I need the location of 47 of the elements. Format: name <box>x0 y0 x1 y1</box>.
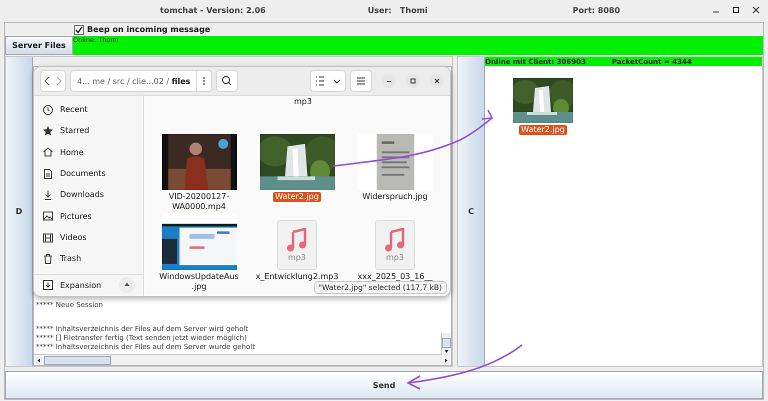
document-icon <box>42 168 54 180</box>
file-name: mp3 <box>294 97 312 106</box>
vertical-scrollbar[interactable] <box>441 333 451 355</box>
close-icon[interactable] <box>752 6 760 14</box>
audio-file-icon: mp3 <box>277 220 317 270</box>
download-icon <box>42 188 54 201</box>
file-name[interactable]: WindowsUpdateAus .jpg <box>157 272 241 292</box>
sidebar-item[interactable]: Starred <box>60 126 90 136</box>
beep-checkbox[interactable] <box>74 24 84 34</box>
user-label: User: Thomi <box>368 6 428 14</box>
close-icon[interactable] <box>430 74 444 88</box>
picture-icon <box>42 210 54 222</box>
scroll-down-arrow-icon[interactable] <box>442 348 451 355</box>
file-name[interactable]: VID-20200127- WA0000.mp4 <box>166 192 232 212</box>
sidebar-item[interactable]: Expansion <box>60 280 102 290</box>
file-name[interactable]: x_Entwicklung2.mp3 <box>254 272 340 282</box>
menu-icon[interactable] <box>350 70 372 92</box>
file-name[interactable]: xxx_2025_03_16__ <box>356 272 434 282</box>
sidebar-item[interactable]: Recent <box>60 105 88 114</box>
star-icon <box>42 124 54 137</box>
search-icon[interactable] <box>216 70 238 92</box>
side-tab[interactable]: C <box>458 57 485 366</box>
window-title: tomchat - Version: 2.06 <box>160 6 266 14</box>
film-icon <box>42 232 54 244</box>
sidebar-item[interactable]: Documents <box>60 169 106 178</box>
sidebar-item[interactable]: Pictures <box>60 212 92 221</box>
clock-icon <box>42 104 54 116</box>
send-button[interactable]: Send <box>5 371 763 399</box>
checkbox-label: Beep on incoming message <box>87 25 210 34</box>
port-label: Port: 8080 <box>572 6 620 14</box>
drive-icon <box>42 279 54 292</box>
server-files-button[interactable]: Server Files <box>5 36 73 55</box>
eject-icon[interactable] <box>119 277 135 294</box>
file-name[interactable]: Widerspruch.jpg <box>360 192 430 202</box>
home-icon <box>42 146 54 158</box>
trash-icon <box>42 252 54 265</box>
sidebar-item[interactable]: Home <box>60 148 84 157</box>
horizontal-scrollbar[interactable] <box>34 354 451 365</box>
sidebar-item[interactable]: Trash <box>60 254 82 264</box>
sidebar-item[interactable]: Videos <box>60 233 87 242</box>
audio-file-icon: mp3 <box>375 220 415 270</box>
file-name[interactable]: Water2.jpg <box>273 192 321 202</box>
maximize-icon[interactable] <box>732 6 740 14</box>
sidebar-item[interactable]: Downloads <box>60 190 104 200</box>
maximize-icon[interactable] <box>406 74 420 88</box>
file-name[interactable]: Water2.jpg <box>519 125 567 135</box>
side-tab[interactable]: D <box>6 57 33 366</box>
